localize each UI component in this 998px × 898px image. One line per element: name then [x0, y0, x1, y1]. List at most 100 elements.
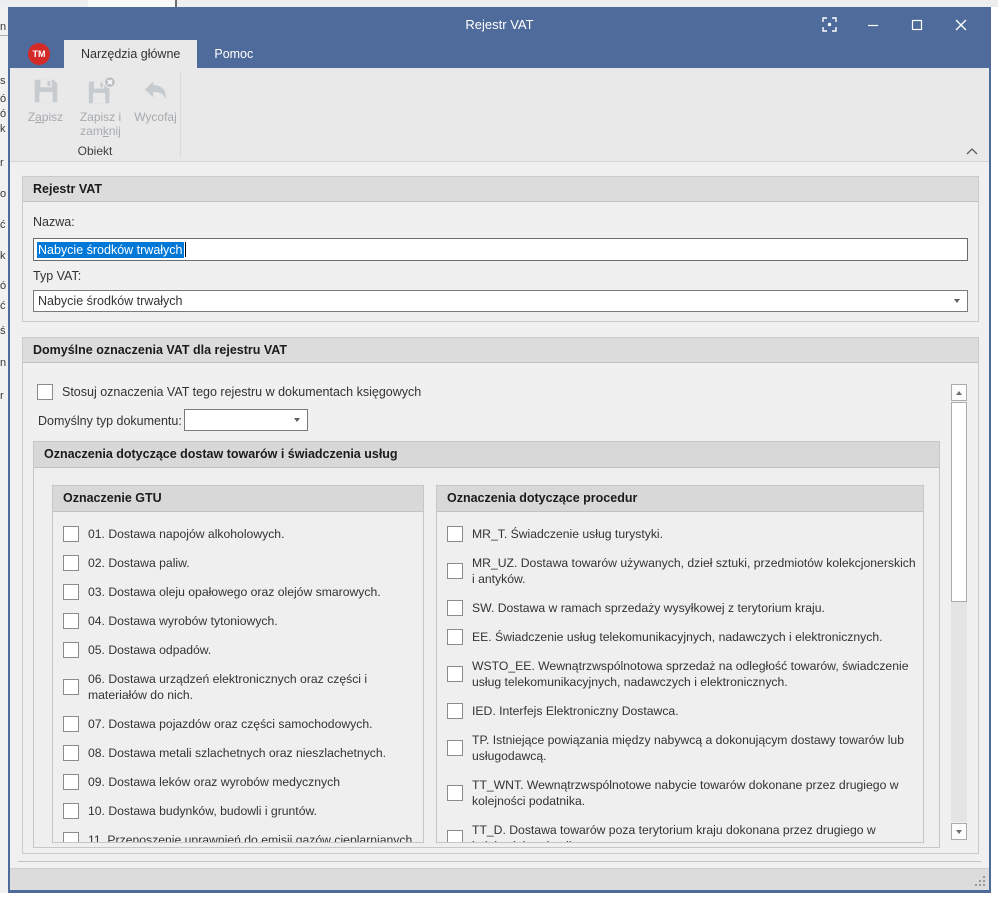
background-window-sliver: nsóókroćkóćśnr	[0, 7, 8, 893]
item-checkbox[interactable]	[63, 774, 79, 790]
checkbox-item: TT_D. Dostawa towarów poza terytorium kr…	[447, 822, 917, 843]
background-text-fragment: r	[0, 390, 8, 402]
item-label: 07. Dostawa pojazdów oraz części samocho…	[88, 716, 373, 732]
background-text-fragment: o	[0, 188, 8, 200]
tabs: Narzędzia głównePomoc	[64, 40, 270, 68]
apply-marks-checkbox[interactable]	[37, 384, 53, 400]
item-label: MR_T. Świadczenie usług turystyki.	[472, 526, 663, 542]
tab-active[interactable]: Narzędzia główne	[64, 40, 197, 68]
selected-text: Nabycie środków trwałych	[37, 242, 184, 258]
item-checkbox[interactable]	[447, 563, 463, 579]
background-text-fragment: n	[0, 357, 8, 369]
item-checkbox[interactable]	[447, 666, 463, 682]
vertical-scrollbar[interactable]	[951, 384, 968, 840]
doc-type-select[interactable]	[184, 409, 308, 431]
resize-grip[interactable]	[973, 874, 986, 887]
checkbox-item: 02. Dostawa paliw.	[63, 555, 417, 571]
background-text-fragment: ó	[0, 93, 8, 105]
app-logo[interactable]: TM	[28, 43, 50, 65]
collapse-ribbon-button[interactable]	[965, 143, 979, 153]
item-checkbox[interactable]	[63, 716, 79, 732]
background-text-fragment: ć	[0, 300, 8, 312]
background-text-fragment: n	[0, 21, 8, 33]
close-icon	[954, 18, 968, 32]
minimize-button[interactable]	[851, 9, 895, 40]
checkbox-item: WSTO_EE. Wewnątrzwspólnotowa sprzedaż na…	[447, 658, 917, 690]
checkbox-item: TT_WNT. Wewnątrzwspólnotowe nabycie towa…	[447, 777, 917, 809]
procedures-group: Oznaczenia dotyczące procedur MR_T. Świa…	[436, 485, 924, 843]
item-label: IED. Interfejs Elektroniczny Dostawca.	[472, 703, 679, 719]
item-checkbox[interactable]	[447, 629, 463, 645]
save-icon	[18, 76, 73, 106]
checkbox-item: EE. Świadczenie usług telekomunikacyjnyc…	[447, 629, 917, 645]
item-label: 03. Dostawa oleju opałowego oraz olejów …	[88, 584, 381, 600]
chevron-up-icon	[965, 146, 979, 156]
item-checkbox[interactable]	[447, 600, 463, 616]
scrollbar-up-button[interactable]	[951, 384, 967, 401]
title-bar[interactable]: Rejestr VAT	[10, 9, 989, 40]
maximize-button[interactable]	[895, 9, 939, 40]
item-checkbox[interactable]	[63, 832, 79, 843]
close-button[interactable]	[939, 9, 983, 40]
item-checkbox[interactable]	[63, 679, 79, 695]
ribbon: ZapiszZapisz i zamknijWycofaj Obiekt	[10, 68, 989, 162]
maximize-icon	[911, 19, 923, 31]
text-caret	[185, 242, 186, 257]
chevron-down-icon	[294, 418, 300, 422]
wycofaj-button[interactable]: Wycofaj	[128, 70, 183, 154]
checkbox-item: 01. Dostawa napojów alkoholowych.	[63, 526, 417, 542]
scrollbar-thumb[interactable]	[951, 402, 967, 602]
section-domyslne-oznaczenia: Domyślne oznaczenia VAT dla rejestru VAT…	[22, 337, 979, 854]
item-checkbox[interactable]	[447, 740, 463, 756]
checkbox-item: 03. Dostawa oleju opałowego oraz olejów …	[63, 584, 417, 600]
item-label: 11. Przenoszenie uprawnień do emisji gaz…	[88, 832, 412, 843]
item-checkbox[interactable]	[447, 526, 463, 542]
scrollbar-down-button[interactable]	[951, 823, 967, 840]
item-checkbox[interactable]	[63, 642, 79, 658]
item-label: SW. Dostawa w ramach sprzedaży wysyłkowe…	[472, 600, 825, 616]
gtu-group: Oznaczenie GTU 01. Dostawa napojów alkoh…	[52, 485, 424, 843]
apply-marks-label: Stosuj oznaczenia VAT tego rejestru w do…	[62, 384, 421, 400]
status-bar	[10, 868, 989, 890]
item-checkbox[interactable]	[63, 584, 79, 600]
window-controls	[807, 9, 983, 40]
zapisz-button[interactable]: Zapisz	[18, 70, 73, 154]
zapisz-i-zamknij-button[interactable]: Zapisz i zamknij	[73, 70, 128, 154]
panel-border	[18, 861, 981, 862]
checkbox-item: MR_T. Świadczenie usług turystyki.	[447, 526, 917, 542]
checkbox-item: IED. Interfejs Elektroniczny Dostawca.	[447, 703, 917, 719]
item-checkbox[interactable]	[447, 830, 463, 843]
item-checkbox[interactable]	[63, 745, 79, 761]
checkbox-item: 08. Dostawa metali szlachetnych oraz nie…	[63, 745, 417, 761]
ribbon-button-label: Zapisz i zamknij	[73, 110, 128, 138]
item-checkbox[interactable]	[63, 526, 79, 542]
focus-icon	[821, 16, 838, 33]
save-close-icon	[73, 76, 128, 106]
background-text-fragment: k	[0, 123, 8, 135]
vat-type-select[interactable]: Nabycie środków trwałych	[33, 290, 968, 312]
checkbox-item: SW. Dostawa w ramach sprzedaży wysyłkowe…	[447, 600, 917, 616]
focus-mode-button[interactable]	[807, 9, 851, 40]
tab-inactive[interactable]: Pomoc	[197, 40, 270, 68]
vat-type-label: Typ VAT:	[33, 269, 81, 283]
gtu-title: Oznaczenie GTU	[53, 486, 423, 512]
checkbox-item: 04. Dostawa wyrobów tytoniowych.	[63, 613, 417, 629]
item-checkbox[interactable]	[447, 785, 463, 801]
name-input[interactable]: Nabycie środków trwałych	[33, 238, 968, 261]
item-checkbox[interactable]	[63, 803, 79, 819]
subsection-dostawy: Oznaczenia dotyczące dostaw towarów i św…	[33, 441, 940, 848]
item-checkbox[interactable]	[63, 613, 79, 629]
item-label: WSTO_EE. Wewnątrzwspólnotowa sprzedaż na…	[472, 658, 917, 690]
procedures-title: Oznaczenia dotyczące procedur	[437, 486, 923, 512]
background-window-top	[0, 0, 998, 7]
item-label: 09. Dostawa leków oraz wyrobów medycznyc…	[88, 774, 340, 790]
background-text-fragment: ś	[0, 325, 8, 337]
background-text-fragment: r	[0, 157, 8, 169]
checkbox-item: 05. Dostawa odpadów.	[63, 642, 417, 658]
ribbon-button-label: Wycofaj	[128, 110, 183, 124]
item-label: TP. Istniejące powiązania między nabywcą…	[472, 732, 917, 764]
item-checkbox[interactable]	[63, 555, 79, 571]
checkbox-item: 11. Przenoszenie uprawnień do emisji gaz…	[63, 832, 417, 843]
triangle-up-icon	[956, 391, 962, 395]
item-checkbox[interactable]	[447, 703, 463, 719]
